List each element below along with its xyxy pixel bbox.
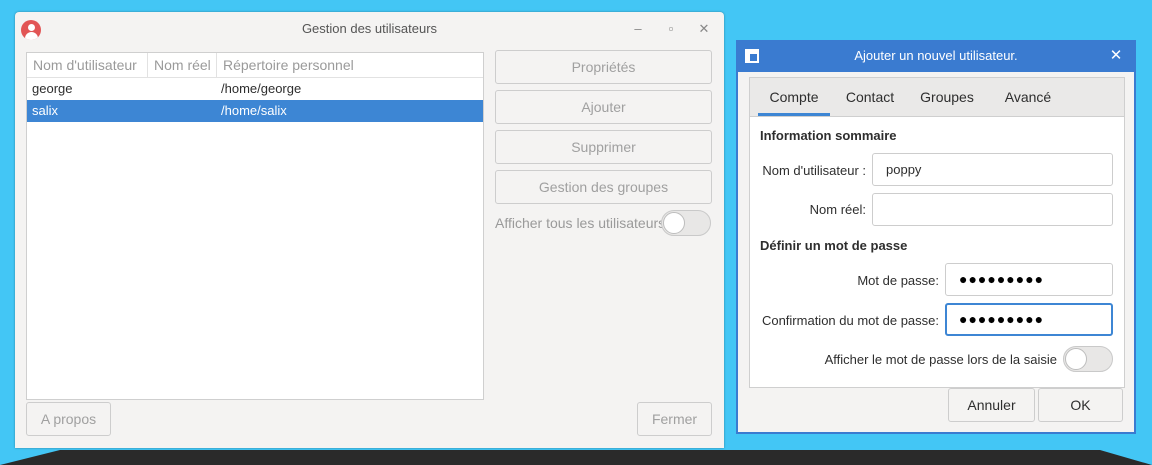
realname-label: Nom réel: [809, 202, 866, 217]
password-label: Mot de passe: [857, 273, 939, 288]
switch-knob [663, 212, 685, 234]
manage-groups-button[interactable]: Gestion des groupes [495, 170, 712, 204]
table-row[interactable]: george /home/george [27, 78, 483, 100]
cell-username: salix [32, 103, 59, 118]
table-row-selected[interactable]: salix /home/salix [27, 100, 483, 122]
tab-contact[interactable]: Contact [836, 78, 904, 116]
confirm-password-label: Confirmation du mot de passe: [761, 313, 939, 328]
tab-compte[interactable]: Compte [758, 78, 830, 116]
cell-home: /home/george [221, 81, 302, 96]
user-manager-window: Gestion des utilisateurs – ▫ ✕ Nom d'uti… [15, 12, 724, 448]
tab-avance[interactable]: Avancé [994, 78, 1062, 116]
column-header-realname[interactable]: Nom réel [147, 53, 216, 77]
properties-button[interactable]: Propriétés [495, 50, 712, 84]
switch-knob [1065, 348, 1087, 370]
remove-user-button[interactable]: Supprimer [495, 130, 712, 164]
minimize-icon[interactable]: – [630, 21, 646, 37]
confirm-password-field[interactable]: ●●●●●●●●● [945, 303, 1113, 336]
users-list[interactable]: Nom d'utilisateur Nom réel Répertoire pe… [26, 52, 484, 400]
summary-section-title: Information sommaire [760, 128, 897, 143]
show-all-users-switch[interactable] [661, 210, 711, 236]
list-header: Nom d'utilisateur Nom réel Répertoire pe… [27, 53, 483, 78]
tab-groupes[interactable]: Groupes [912, 78, 982, 116]
maximize-icon[interactable]: ▫ [663, 21, 679, 37]
close-icon[interactable]: ✕ [1108, 48, 1124, 64]
ok-button[interactable]: OK [1038, 388, 1123, 422]
close-button[interactable]: Fermer [637, 402, 712, 436]
show-all-users-label: Afficher tous les utilisateurs [495, 215, 666, 231]
realname-field[interactable] [872, 193, 1113, 226]
close-icon[interactable]: ✕ [696, 21, 712, 37]
add-user-button[interactable]: Ajouter [495, 90, 712, 124]
window-title: Gestion des utilisateurs [301, 21, 438, 36]
username-label: Nom d'utilisateur : [762, 163, 866, 178]
show-password-switch[interactable] [1063, 346, 1113, 372]
username-field[interactable]: poppy [872, 153, 1113, 186]
about-button[interactable]: A propos [26, 402, 111, 436]
taskbar [0, 450, 1152, 465]
dialog-title: Ajouter un nouvel utilisateur. [854, 48, 1018, 63]
cell-username: george [32, 81, 73, 96]
tab-bar: Compte Contact Groupes Avancé [750, 78, 1124, 117]
column-header-username[interactable]: Nom d'utilisateur [27, 53, 146, 77]
password-field[interactable]: ●●●●●●●●● [945, 263, 1113, 296]
cancel-button[interactable]: Annuler [948, 388, 1035, 422]
cell-home: /home/salix [221, 103, 287, 118]
dialog-titlebar: Ajouter un nouvel utilisateur. ✕ [736, 40, 1136, 72]
dialog-body: Compte Contact Groupes Avancé Informatio… [738, 72, 1134, 432]
show-password-label: Afficher le mot de passe lors de la sais… [824, 352, 1057, 367]
column-header-home[interactable]: Répertoire personnel [216, 53, 483, 77]
password-section-title: Définir un mot de passe [760, 238, 908, 253]
titlebar: Gestion des utilisateurs – ▫ ✕ [15, 12, 724, 46]
add-user-dialog: Ajouter un nouvel utilisateur. ✕ Compte … [736, 40, 1136, 434]
notebook: Compte Contact Groupes Avancé Informatio… [749, 77, 1125, 388]
